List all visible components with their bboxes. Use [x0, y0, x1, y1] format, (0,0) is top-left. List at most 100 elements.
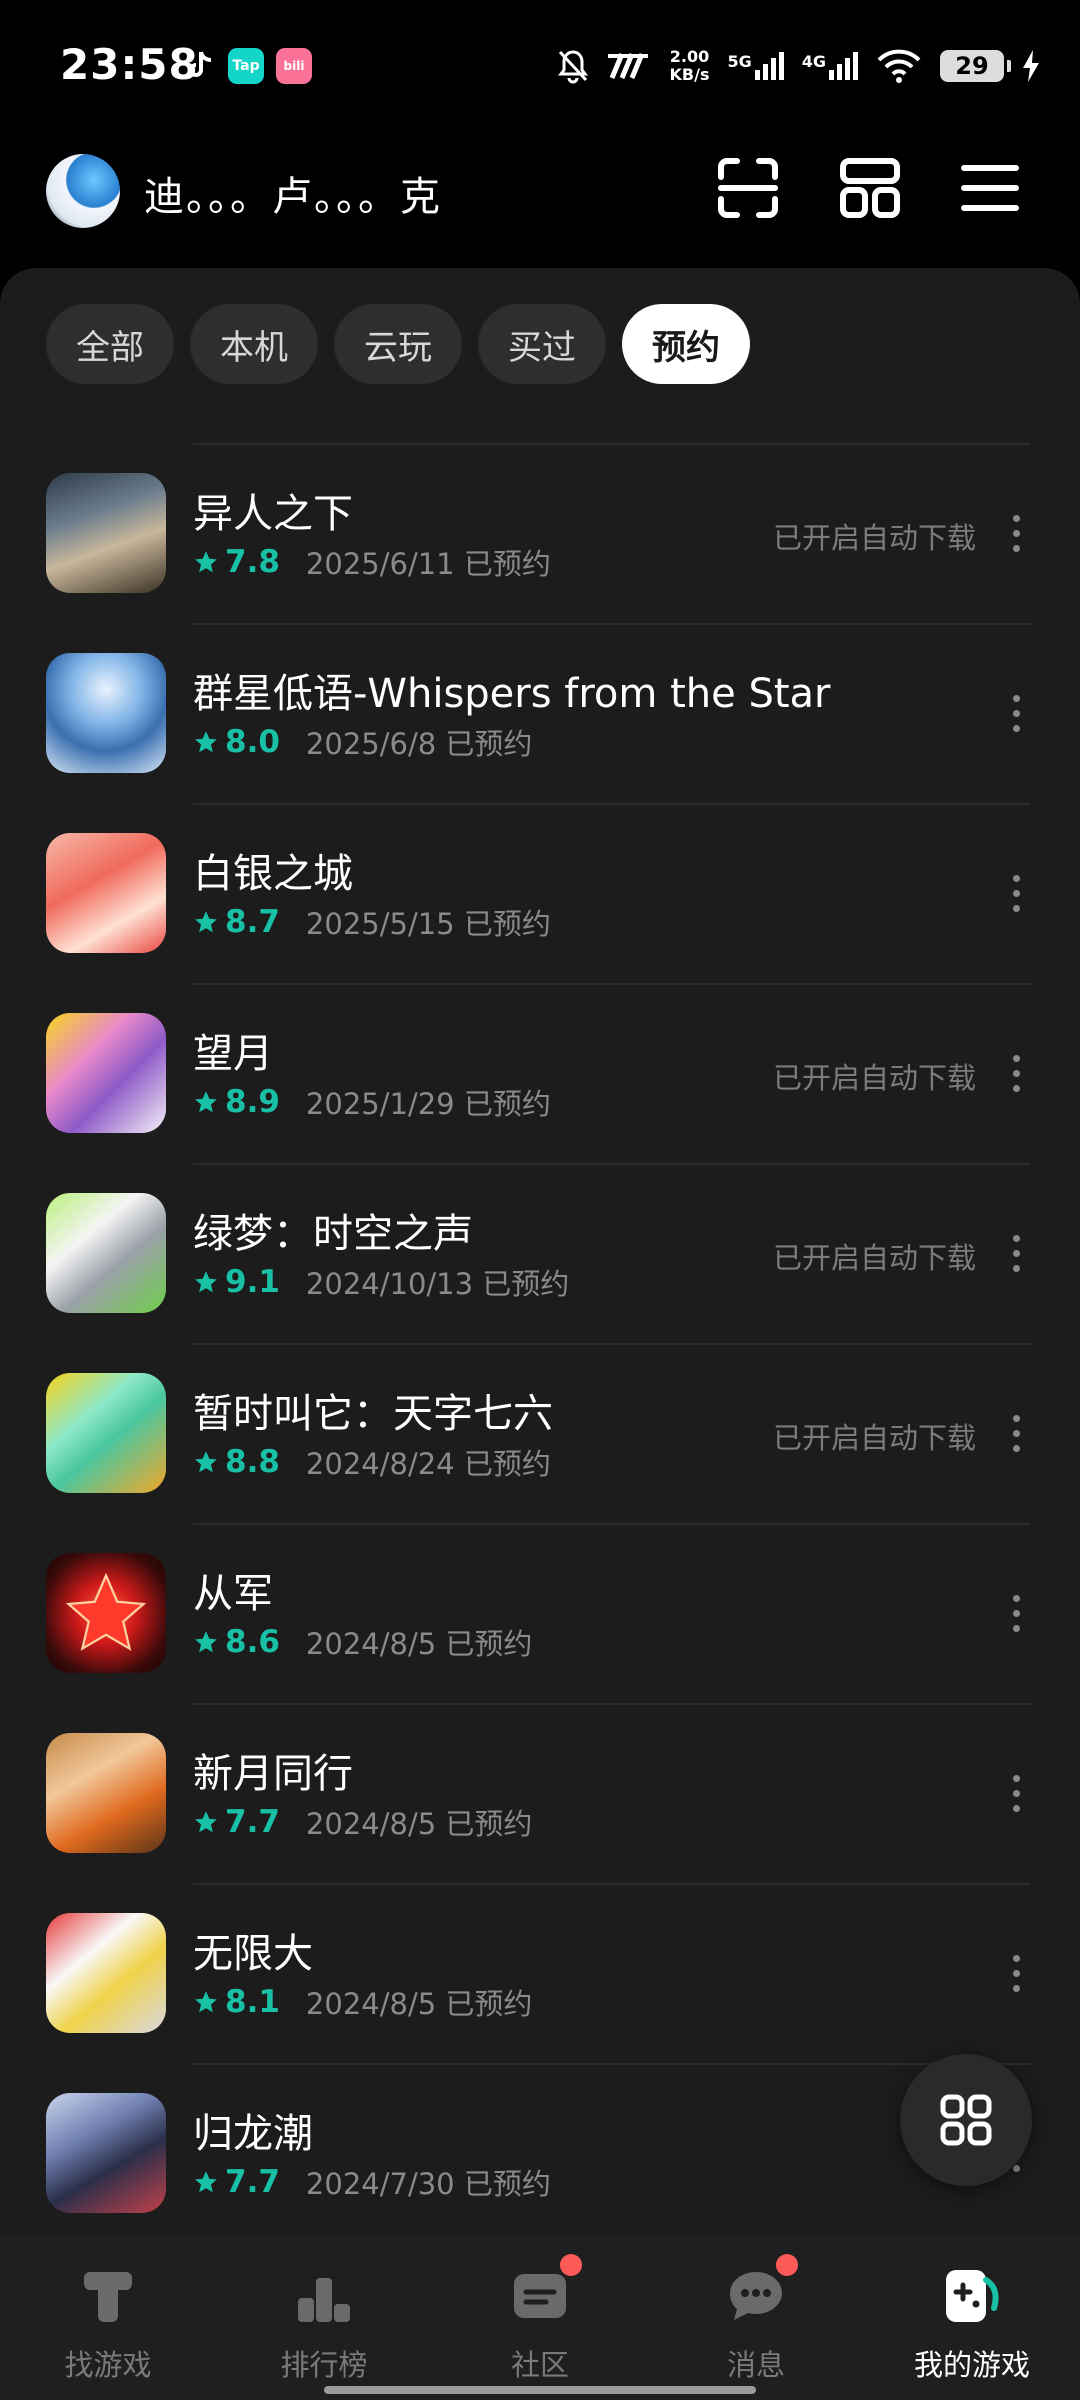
tab-purchased[interactable]: 买过 [478, 304, 606, 384]
nav-messages[interactable]: 消息 [648, 2234, 864, 2400]
game-title: 新月同行 [193, 1751, 353, 1797]
game-title: 绿梦：时空之声 [193, 1211, 473, 1257]
game-meta: 8.0 2025/6/8 已预约 [193, 721, 532, 763]
status-bar: 23:58 Tap bili 2.00 KB/s 5G 4G 29 [0, 0, 1080, 130]
nav-rankings[interactable]: 排行榜 [216, 2234, 432, 2400]
game-meta: 9.1 2024/10/13 已预约 [193, 1261, 569, 1303]
nav-find-games[interactable]: 找游戏 [0, 2234, 216, 2400]
rating-value: 7.8 [225, 544, 280, 580]
game-row[interactable]: 望月 8.9 2025/1/29 已预约 已开启自动下载 [0, 983, 1080, 1163]
game-row[interactable]: 白银之城 8.7 2025/5/15 已预约 [0, 803, 1080, 983]
signal-4g: 4G [802, 52, 858, 80]
more-options-icon[interactable] [996, 1401, 1036, 1465]
bilibili-label: bili [283, 59, 305, 73]
game-meta: 8.8 2024/8/24 已预约 [193, 1441, 551, 1483]
scan-icon[interactable] [716, 156, 780, 220]
more-options-icon[interactable] [996, 681, 1036, 745]
game-title: 异人之下 [193, 491, 353, 537]
game-row[interactable]: 绿梦：时空之声 9.1 2024/10/13 已预约 已开启自动下载 [0, 1163, 1080, 1343]
menu-icon[interactable] [958, 156, 1022, 220]
nav-community[interactable]: 社区 [432, 2234, 648, 2400]
signal-bars-icon [829, 52, 858, 80]
game-icon[interactable] [46, 653, 166, 773]
rating-value: 7.7 [225, 1804, 280, 1840]
game-row[interactable]: 无限大 8.1 2024/8/5 已预约 [0, 1883, 1080, 2063]
star-icon [195, 1811, 217, 1833]
douyin-icon [183, 48, 219, 84]
notification-dot [560, 2254, 582, 2276]
more-options-icon[interactable] [996, 861, 1036, 925]
game-row[interactable]: 新月同行 7.7 2024/8/5 已预约 [0, 1703, 1080, 1883]
game-icon[interactable] [46, 2093, 166, 2213]
apps-grid-button[interactable] [900, 2054, 1032, 2186]
star-icon [195, 1631, 217, 1653]
game-icon[interactable] [46, 1193, 166, 1313]
find-games-icon [84, 2272, 132, 2322]
game-icon[interactable] [46, 1553, 166, 1673]
nav-my-games[interactable]: 我的游戏 [864, 2234, 1080, 2400]
taptap-label: Tap [232, 58, 260, 74]
rating: 8.8 [193, 1444, 280, 1480]
signal-5g: 5G [727, 52, 784, 80]
signal-mode-icon [607, 53, 648, 79]
bottom-nav: 找游戏 排行榜 社区 消息 我的游戏 [0, 2234, 1080, 2400]
net-label-5g: 5G [727, 52, 752, 71]
game-icon[interactable] [46, 1913, 166, 2033]
nav-label: 排行榜 [280, 2348, 368, 2382]
rating: 8.6 [193, 1624, 280, 1660]
tab-local[interactable]: 本机 [190, 304, 318, 384]
game-meta: 8.7 2025/5/15 已预约 [193, 901, 551, 943]
game-icon[interactable] [46, 1013, 166, 1133]
rating-value: 8.6 [225, 1624, 280, 1660]
game-icon[interactable] [46, 1733, 166, 1853]
main-panel: 全部 本机 云玩 买过 预约 异人之下 7.8 2025/6/11 已预约 已开… [0, 268, 1080, 2234]
battery-level: 29 [955, 52, 989, 80]
messages-icon [730, 2272, 782, 2320]
reserve-date: 2024/8/5 已预约 [305, 1987, 533, 2021]
username[interactable]: 迪。。。卢。。。克 [144, 164, 442, 222]
auto-download-status: 已开启自动下载 [772, 1241, 976, 1275]
more-options-icon[interactable] [996, 1761, 1036, 1825]
game-icon[interactable] [46, 1373, 166, 1493]
rating: 8.0 [193, 724, 280, 760]
game-icon[interactable] [46, 833, 166, 953]
home-indicator[interactable] [324, 2386, 756, 2394]
star-icon [195, 1091, 217, 1113]
network-speed: 2.00 KB/s [670, 48, 710, 84]
more-options-icon[interactable] [996, 1041, 1036, 1105]
more-options-icon[interactable] [996, 1941, 1036, 2005]
signal-bars-icon [754, 52, 784, 80]
my-games-icon [946, 2270, 999, 2322]
more-options-icon[interactable] [996, 1581, 1036, 1645]
reserve-date: 2024/7/30 已预约 [305, 2167, 551, 2201]
tab-all[interactable]: 全部 [46, 304, 174, 384]
game-title: 白银之城 [193, 851, 353, 897]
rating-value: 9.1 [225, 1264, 280, 1300]
reserve-date: 2025/1/29 已预约 [305, 1087, 551, 1121]
more-options-icon[interactable] [996, 1221, 1036, 1285]
game-meta: 8.9 2025/1/29 已预约 [193, 1081, 551, 1123]
tab-reserved[interactable]: 预约 [622, 304, 750, 384]
more-options-icon[interactable] [996, 501, 1036, 565]
notification-dot [776, 2254, 798, 2276]
nav-label: 消息 [726, 2348, 785, 2382]
nav-label: 社区 [510, 2348, 569, 2382]
rating: 7.8 [193, 544, 280, 580]
tab-cloud[interactable]: 云玩 [334, 304, 462, 384]
star-icon [195, 551, 217, 573]
game-row[interactable]: 群星低语-Whispers from the Star 8.0 2025/6/8… [0, 623, 1080, 803]
game-row[interactable]: 暂时叫它：天字七六 8.8 2024/8/24 已预约 已开启自动下载 [0, 1343, 1080, 1523]
game-icon[interactable] [46, 473, 166, 593]
speed-value: 2.00 [669, 47, 710, 66]
game-meta: 8.1 2024/8/5 已预约 [193, 1981, 532, 2023]
reserve-date: 2024/8/5 已预约 [305, 1627, 533, 1661]
game-row[interactable]: 异人之下 7.8 2025/6/11 已预约 已开启自动下载 [0, 443, 1080, 623]
game-title: 从军 [193, 1571, 273, 1617]
game-meta: 7.8 2025/6/11 已预约 [193, 541, 551, 583]
rating-value: 8.0 [225, 724, 280, 760]
game-row[interactable]: 从军 8.6 2024/8/5 已预约 [0, 1523, 1080, 1703]
grid-icon [940, 2094, 992, 2146]
avatar[interactable] [46, 154, 120, 228]
layout-icon[interactable] [838, 156, 902, 220]
rating: 7.7 [193, 2164, 280, 2200]
